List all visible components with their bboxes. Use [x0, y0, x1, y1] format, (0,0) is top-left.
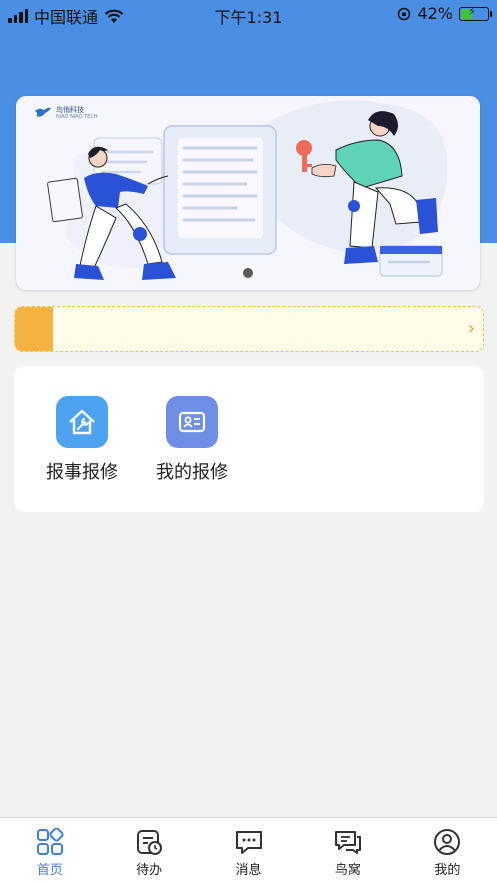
banner-carousel[interactable]: 鸟悄科技 NIAO NIAO TECH — [16, 96, 480, 290]
tab-nest[interactable]: 鸟窝 — [298, 818, 397, 883]
tab-label: 首页 — [36, 863, 63, 878]
service-label: 报事报修 — [46, 462, 118, 483]
tab-profile[interactable]: 我的 — [398, 818, 497, 883]
notice-tag — [15, 307, 53, 351]
service-my-repairs[interactable]: 我的报修 — [142, 396, 242, 484]
tab-messages[interactable]: 消息 — [199, 818, 298, 883]
status-right: 42% ⚡ — [397, 4, 492, 23]
home-grid-icon — [36, 828, 64, 855]
battery-percent: 42% — [417, 4, 453, 23]
tab-label: 待办 — [136, 863, 163, 878]
house-wrench-icon — [56, 396, 108, 448]
service-report-repair[interactable]: 报事报修 — [32, 396, 132, 484]
carousel-indicator-dot[interactable] — [243, 268, 253, 278]
bottom-tab-bar: 首页 待办 消息 鸟窝 我的 — [0, 817, 497, 883]
user-circle-icon — [434, 829, 461, 855]
tab-label: 消息 — [235, 863, 262, 878]
id-card-icon — [166, 396, 218, 448]
chat-bubbles-icon — [334, 831, 361, 854]
chevron-right-icon[interactable]: › — [468, 318, 475, 339]
tab-home[interactable]: 首页 — [0, 818, 99, 883]
battery-icon: ⚡ — [459, 5, 492, 21]
banner-illustration — [47, 100, 448, 280]
tab-label: 我的 — [434, 863, 461, 878]
tab-label: 鸟窝 — [334, 863, 361, 878]
tab-todo[interactable]: 待办 — [99, 818, 198, 883]
rotation-lock-icon — [398, 7, 411, 20]
notice-bar[interactable]: › — [14, 306, 484, 352]
todo-clock-icon — [137, 830, 163, 855]
status-bar: 中国联通 下午1:31 42% ⚡ — [0, 0, 497, 28]
service-card: 报事报修 我的报修 — [14, 366, 484, 512]
service-label: 我的报修 — [156, 462, 228, 483]
message-icon — [235, 831, 262, 854]
